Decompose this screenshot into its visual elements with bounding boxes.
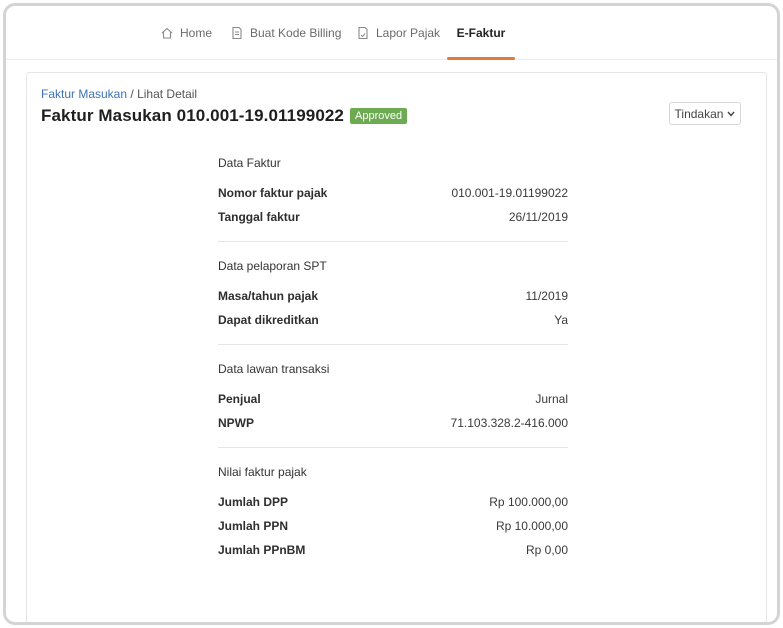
section-data-lawan-transaksi: Data lawan transaksi Penjual Jurnal NPWP… (218, 357, 568, 448)
row-label: Penjual (218, 392, 261, 406)
report-icon (356, 26, 370, 40)
nav-label: E-Faktur (456, 26, 506, 40)
row-value: Ya (554, 313, 568, 327)
nav-label: Buat Kode Billing (250, 26, 342, 40)
row-label: Jumlah PPN (218, 519, 289, 533)
section-title: Nilai faktur pajak (218, 465, 307, 479)
nav-label: Lapor Pajak (376, 26, 441, 40)
document-icon (230, 26, 244, 40)
tindakan-dropdown-button[interactable]: Tindakan (669, 102, 741, 125)
nav-item-e-faktur[interactable]: E-Faktur (447, 6, 515, 60)
section-data-faktur: Data Faktur Nomor faktur pajak 010.001-1… (218, 151, 568, 242)
detail-row: Jumlah PPnBM Rp 0,00 (218, 538, 568, 562)
app-window: Home Buat Kode Billing Lapor Pajak E-Fak… (3, 3, 780, 625)
row-value: Rp 0,00 (525, 543, 568, 557)
breadcrumb-separator: / (127, 87, 138, 101)
section-nilai-faktur-pajak: Nilai faktur pajak Jumlah DPP Rp 100.000… (218, 460, 568, 574)
detail-row: Tanggal faktur 26/11/2019 (218, 205, 568, 229)
detail-row: Nomor faktur pajak 010.001-19.01199022 (218, 181, 568, 205)
page-title: Faktur Masukan 010.001-19.01199022 (41, 106, 344, 125)
row-value: Jurnal (535, 392, 568, 406)
chevron-down-icon (727, 111, 735, 117)
breadcrumb-current: Lihat Detail (137, 87, 198, 101)
detail-row: Jumlah DPP Rp 100.000,00 (218, 490, 568, 514)
home-icon (160, 26, 174, 40)
detail-card: Faktur Masukan / Lihat Detail Faktur Mas… (26, 72, 767, 622)
detail-row: Dapat dikreditkan Ya (218, 308, 568, 332)
row-label: Dapat dikreditkan (218, 313, 319, 327)
section-title: Data Faktur (218, 156, 281, 170)
detail-row: Masa/tahun pajak 11/2019 (218, 284, 568, 308)
status-badge: Approved (350, 108, 408, 124)
section-title: Data pelaporan SPT (218, 259, 327, 273)
tindakan-label: Tindakan (674, 106, 724, 121)
row-value: Rp 100.000,00 (489, 495, 568, 509)
row-value: Rp 10.000,00 (495, 519, 568, 533)
nav-item-buat-kode-billing[interactable]: Buat Kode Billing (230, 6, 341, 60)
row-label: Jumlah PPnBM (218, 543, 306, 557)
section-data-pelaporan-spt: Data pelaporan SPT Masa/tahun pajak 11/2… (218, 254, 568, 345)
section-title: Data lawan transaksi (218, 362, 330, 376)
row-value: 71.103.328.2-416.000 (450, 416, 568, 430)
detail-row: NPWP 71.103.328.2-416.000 (218, 411, 568, 435)
detail-row: Jumlah PPN Rp 10.000,00 (218, 514, 568, 538)
title-row: Faktur Masukan 010.001-19.01199022 Appro… (41, 106, 408, 126)
row-label: NPWP (218, 416, 254, 430)
breadcrumb-link-faktur-masukan[interactable]: Faktur Masukan (41, 87, 127, 101)
row-label: Nomor faktur pajak (218, 186, 328, 200)
top-navigation: Home Buat Kode Billing Lapor Pajak E-Fak… (6, 6, 777, 60)
row-value: 26/11/2019 (508, 210, 568, 224)
detail-sections: Data Faktur Nomor faktur pajak 010.001-1… (218, 151, 568, 586)
nav-item-lapor-pajak[interactable]: Lapor Pajak (356, 6, 440, 60)
breadcrumb: Faktur Masukan / Lihat Detail (41, 87, 197, 101)
nav-label: Home (180, 26, 213, 40)
row-label: Masa/tahun pajak (218, 289, 319, 303)
row-label: Tanggal faktur (218, 210, 300, 224)
row-label: Jumlah DPP (218, 495, 289, 509)
row-value: 11/2019 (525, 289, 569, 303)
nav-item-home[interactable]: Home (160, 6, 212, 60)
detail-row: Penjual Jurnal (218, 387, 568, 411)
row-value: 010.001-19.01199022 (451, 186, 568, 200)
